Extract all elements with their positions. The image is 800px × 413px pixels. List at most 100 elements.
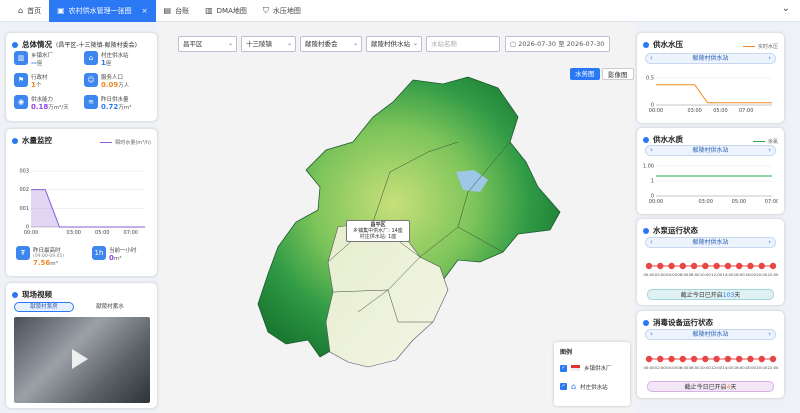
status-time-label: 12:00 bbox=[711, 272, 723, 277]
prev-chevron-icon[interactable]: ‹ bbox=[650, 330, 653, 339]
stat-value: 0.18 bbox=[31, 103, 49, 111]
x-tick-label: 07:00 bbox=[124, 230, 138, 236]
x-tick-label: 00:00 bbox=[24, 230, 38, 236]
factory-icon: ▥ bbox=[14, 51, 28, 65]
stat-unit: 个 bbox=[35, 83, 42, 89]
status-time-label: 02:00 bbox=[655, 272, 667, 277]
disinfect-station-selector[interactable]: ‹ 献陵村供水站 › bbox=[645, 329, 776, 340]
x-tick-label: 00:00 bbox=[649, 108, 663, 114]
video-tab-reservoir[interactable]: 献陵村蓄水 bbox=[80, 302, 140, 312]
tab-label: 农村供水管理一张图 bbox=[68, 6, 132, 15]
stat-label: 服务人口 bbox=[101, 75, 124, 81]
calendar-icon: ▢ bbox=[510, 40, 517, 48]
pressure-station-selector[interactable]: ‹ 献陵村供水站 › bbox=[645, 53, 776, 64]
stat-label: 供水能力 bbox=[31, 97, 54, 103]
status-dot bbox=[724, 262, 732, 270]
date-range-picker[interactable]: ▢ 2026-07-30 至 2026-07-30 bbox=[505, 36, 610, 52]
stat-value: 0.72 bbox=[101, 103, 119, 111]
prev-chevron-icon[interactable]: ‹ bbox=[650, 146, 653, 155]
tab-4[interactable]: ⛉ 水压地图 bbox=[255, 0, 309, 22]
prev-chevron-icon[interactable]: ‹ bbox=[650, 54, 653, 63]
tab-3[interactable]: ▥ DMA地图 bbox=[197, 0, 255, 22]
satellite-button[interactable]: 影像图 bbox=[602, 68, 634, 80]
pressure-panel: 供水水压 实时水压 ‹ 献陵村供水站 › 0.5 0 00:00 03:00 05:00 07… bbox=[637, 33, 784, 123]
people-icon: ☺ bbox=[84, 73, 98, 87]
status-dot bbox=[679, 355, 687, 363]
district-callout: 昌平区 乡镇集中供水厂: 14座 村庄供水站: 1座 bbox=[346, 220, 410, 242]
tab-label: DMA地图 bbox=[216, 6, 247, 15]
station-name-input[interactable]: 水站名称 bbox=[426, 36, 500, 52]
stat-unit: 万人 bbox=[118, 83, 130, 89]
close-icon[interactable]: × bbox=[142, 7, 148, 15]
checkbox-icon[interactable]: ✓ bbox=[560, 383, 567, 390]
x-tick-label: 07:00 bbox=[739, 108, 753, 114]
status-dot bbox=[713, 262, 720, 270]
video-player[interactable] bbox=[14, 317, 150, 403]
tab-label: 台账 bbox=[175, 6, 190, 15]
video-panel: 现场视频 献陵村泵房 献陵村蓄水 bbox=[6, 283, 157, 408]
tab-1[interactable]: ▣ 农村供水管理一张图 × bbox=[49, 0, 156, 22]
stat-label: 行政村 bbox=[31, 75, 48, 81]
next-chevron-icon[interactable]: › bbox=[768, 146, 771, 155]
status-dot bbox=[735, 262, 743, 270]
quality-panel: 供水水质 余氯 ‹ 献陵村供水站 › 1.00 1 0 00:00 03:00 05:00 07… bbox=[637, 128, 784, 214]
status-time-label: 04:00 bbox=[666, 365, 678, 370]
status-dot bbox=[690, 355, 698, 363]
checkbox-icon[interactable]: ✓ bbox=[560, 364, 567, 372]
district-select[interactable]: 昌平区 ⌄ bbox=[178, 36, 237, 52]
status-time-label: 10:00 bbox=[700, 365, 712, 370]
video-tab-pump-room[interactable]: 献陵村泵房 bbox=[14, 302, 74, 312]
pump-station-selector[interactable]: ‹ 献陵村供水站 › bbox=[645, 237, 776, 248]
y-tick-label: 001 bbox=[19, 206, 29, 212]
next-chevron-icon[interactable]: › bbox=[768, 54, 771, 63]
overview-stat: ⚑ 行政村 1个 bbox=[14, 73, 48, 89]
water-monitor-legend: 瞬时水量(m³/h) bbox=[100, 139, 151, 146]
flag-icon bbox=[571, 365, 580, 371]
status-time-label: 22:00 bbox=[768, 365, 780, 370]
title-dot-icon bbox=[12, 41, 18, 48]
village-select[interactable]: 献陵村委会 ⌄ bbox=[300, 36, 362, 52]
status-time-label: 14:00 bbox=[722, 272, 734, 277]
play-icon[interactable] bbox=[72, 349, 88, 369]
quality-title: 供水水质 bbox=[653, 135, 683, 144]
station-icon: ⌂ bbox=[84, 51, 98, 65]
water-map-button[interactable]: 水务图 bbox=[570, 68, 600, 80]
date-to: 2026-07-30 bbox=[566, 40, 605, 48]
station-select[interactable]: 献陵村供水站 ⌄ bbox=[366, 36, 422, 52]
disinfect-title: 消毒设备运行状态 bbox=[653, 318, 713, 327]
dma-map-icon: ▥ bbox=[205, 6, 213, 15]
tab-menu-chevron-icon[interactable]: ⌄ bbox=[782, 3, 790, 14]
status-time-label: 16:00 bbox=[734, 365, 746, 370]
yesterday-peak-stat: ₮ 昨日最高时 (09:00-09:05) 7.56m³ bbox=[16, 246, 64, 267]
status-time-label: 22:00 bbox=[768, 272, 780, 277]
yesterday-peak-value: 7.56 bbox=[33, 259, 51, 267]
home-icon: ⌂ bbox=[18, 6, 24, 15]
title-dot-icon bbox=[643, 319, 649, 326]
legend-item-village-station[interactable]: ✓ ⌂ 村庄供水站 bbox=[560, 382, 608, 391]
tab-0[interactable]: ⌂ 首页 bbox=[10, 0, 49, 22]
title-dot-icon bbox=[12, 137, 18, 144]
status-dot bbox=[747, 355, 754, 363]
water-monitor-panel: 水量监控 瞬时水量(m³/h) 003 002 001 0 00:00 03:00 05:0… bbox=[6, 129, 157, 276]
status-time-label: 20:00 bbox=[756, 365, 768, 370]
x-tick-label: 05:00 bbox=[95, 230, 109, 236]
next-chevron-icon[interactable]: › bbox=[768, 330, 771, 339]
pump-days-count: 103 bbox=[722, 292, 735, 299]
video-title: 现场视频 bbox=[22, 290, 52, 299]
prev-chevron-icon[interactable]: ‹ bbox=[650, 238, 653, 247]
quality-station-selector[interactable]: ‹ 献陵村供水站 › bbox=[645, 145, 776, 156]
town-select[interactable]: 十三陵镇 ⌄ bbox=[241, 36, 296, 52]
status-dot bbox=[645, 355, 653, 363]
status-time-label: 00:00 bbox=[644, 272, 656, 277]
title-dot-icon bbox=[643, 41, 649, 48]
status-time-label: 06:00 bbox=[677, 272, 689, 277]
x-tick-label: 07:00 bbox=[765, 199, 778, 205]
pump-days-bar: 截止今日已开启103天 bbox=[647, 289, 774, 300]
status-dot bbox=[758, 262, 765, 270]
legend-item-town-plant[interactable]: ✓ 乡镇供水厂 bbox=[560, 364, 612, 372]
tab-2[interactable]: ▤ 台账 bbox=[156, 0, 198, 22]
house-icon: ⌂ bbox=[571, 382, 577, 391]
status-dot bbox=[657, 262, 664, 270]
date-separator: 至 bbox=[558, 40, 565, 48]
next-chevron-icon[interactable]: › bbox=[768, 238, 771, 247]
